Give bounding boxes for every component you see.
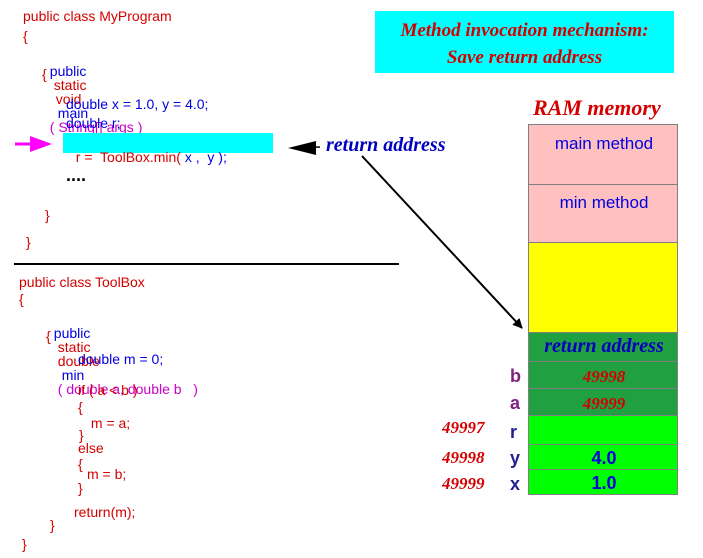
current-line-pointer-arrow <box>30 136 52 152</box>
return-address-pointer-arrowhead <box>288 141 316 155</box>
return-address-storage-arrow <box>361 155 523 329</box>
diagram-overlay <box>14 136 523 329</box>
